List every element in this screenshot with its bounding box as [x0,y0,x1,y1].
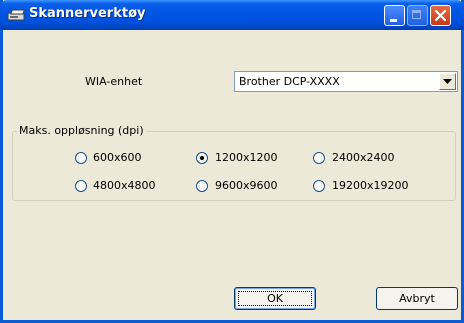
maximize-button [407,5,428,26]
radio-4800[interactable] [75,180,87,192]
ok-button[interactable]: OK [234,287,316,310]
chevron-down-icon [443,79,452,84]
minimize-button[interactable] [384,5,405,26]
title-bar[interactable]: Skannerverktøy [0,0,464,30]
maximize-icon [412,10,421,19]
radio-1200-label[interactable]: 1200x1200 [215,151,278,164]
minimize-icon [390,19,397,22]
scanner-utility-dialog: Skannerverktøy WIA-enhet Brother DCP-XXX… [0,0,464,323]
device-label: WIA-enhet [85,75,143,88]
device-select-value: Brother DCP-XXXX [239,75,340,88]
device-select[interactable]: Brother DCP-XXXX [234,71,458,92]
window-title: Skannerverktøy [29,6,146,21]
radio-9600[interactable] [196,180,208,192]
scanner-icon [7,8,25,22]
close-icon [434,9,447,22]
radio-19200-label[interactable]: 19200x19200 [332,179,409,192]
radio-2400-label[interactable]: 2400x2400 [332,151,395,164]
device-dropdown-button[interactable] [439,73,456,90]
radio-4800-label[interactable]: 4800x4800 [93,179,156,192]
radio-19200[interactable] [313,180,325,192]
close-button[interactable] [430,5,451,26]
ok-button-label: OK [267,292,283,305]
cancel-button[interactable]: Avbryt [376,287,458,310]
radio-600[interactable] [75,152,87,164]
radio-600-label[interactable]: 600x600 [93,151,142,164]
radio-9600-label[interactable]: 9600x9600 [215,179,278,192]
resolution-group-label: Maks. oppløsning (dpi) [17,124,146,137]
radio-2400[interactable] [313,152,325,164]
radio-1200[interactable] [196,152,208,164]
cancel-button-label: Avbryt [399,292,435,305]
